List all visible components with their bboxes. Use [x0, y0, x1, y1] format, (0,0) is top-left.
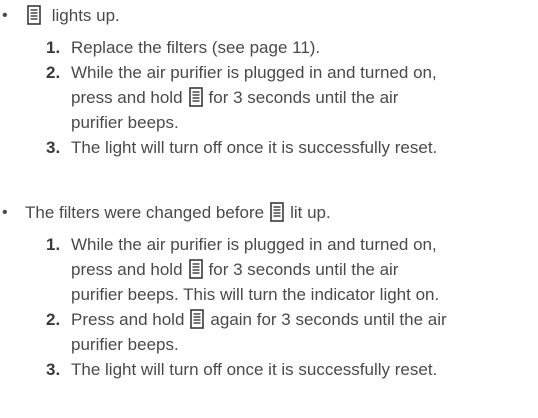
step-text: Replace the filters (see page 11).: [71, 38, 321, 57]
troubleshoot-section-1: • lights up. 1. Replace the filters (see…: [0, 3, 538, 160]
step-text: for 3 seconds until the air: [208, 88, 399, 107]
step-text: purifier beeps.: [71, 335, 179, 354]
step-item: 2. While the air purifier is plugged in …: [0, 60, 538, 135]
step-item: 1. While the air purifier is plugged in …: [0, 232, 538, 307]
filter-indicator-icon: [190, 309, 205, 329]
step-item: 1. Replace the filters (see page 11).: [0, 35, 538, 60]
condition-bullet: • The filters were changed before lit up.: [0, 200, 538, 226]
step-number: 3.: [46, 138, 61, 157]
bullet-dot: •: [2, 204, 8, 221]
step-text: While the air purifier is plugged in and…: [71, 235, 437, 254]
filter-indicator-icon: [188, 87, 203, 107]
bullet-text: lit up.: [290, 203, 331, 222]
bullet-dot: •: [2, 7, 8, 24]
step-text: purifier beeps. This will turn the indic…: [71, 285, 440, 304]
step-text: again for 3 seconds until the air: [210, 310, 447, 329]
steps-list: 1. Replace the filters (see page 11). 2.…: [0, 35, 538, 160]
step-number: 3.: [46, 360, 61, 379]
step-text: press and hold: [71, 88, 183, 107]
filter-indicator-icon: [27, 5, 41, 25]
step-number: 1.: [46, 38, 61, 57]
step-text: Press and hold: [71, 310, 185, 329]
step-text: While the air purifier is plugged in and…: [71, 63, 437, 82]
bullet-text: lights up.: [51, 6, 120, 25]
step-number: 2.: [46, 63, 61, 82]
step-number: 2.: [46, 310, 61, 329]
step-text: The light will turn off once it is succe…: [71, 138, 438, 157]
condition-bullet: • lights up.: [0, 3, 538, 29]
step-text: purifier beeps.: [71, 113, 179, 132]
step-text: The light will turn off once it is succe…: [71, 360, 438, 379]
filter-indicator-icon: [188, 259, 203, 279]
step-item: 3. The light will turn off once it is su…: [0, 135, 538, 160]
step-item: 2. Press and hold again for 3 seconds unt…: [0, 307, 538, 357]
bullet-text: The filters were changed before: [25, 203, 265, 222]
step-text: press and hold: [71, 260, 183, 279]
step-text: for 3 seconds until the air: [208, 260, 399, 279]
step-item: 3. The light will turn off once it is su…: [0, 357, 538, 382]
filter-indicator-icon: [270, 202, 284, 222]
troubleshoot-section-2: • The filters were changed before lit up.…: [0, 200, 538, 382]
steps-list: 1. While the air purifier is plugged in …: [0, 232, 538, 382]
step-number: 1.: [46, 235, 61, 254]
